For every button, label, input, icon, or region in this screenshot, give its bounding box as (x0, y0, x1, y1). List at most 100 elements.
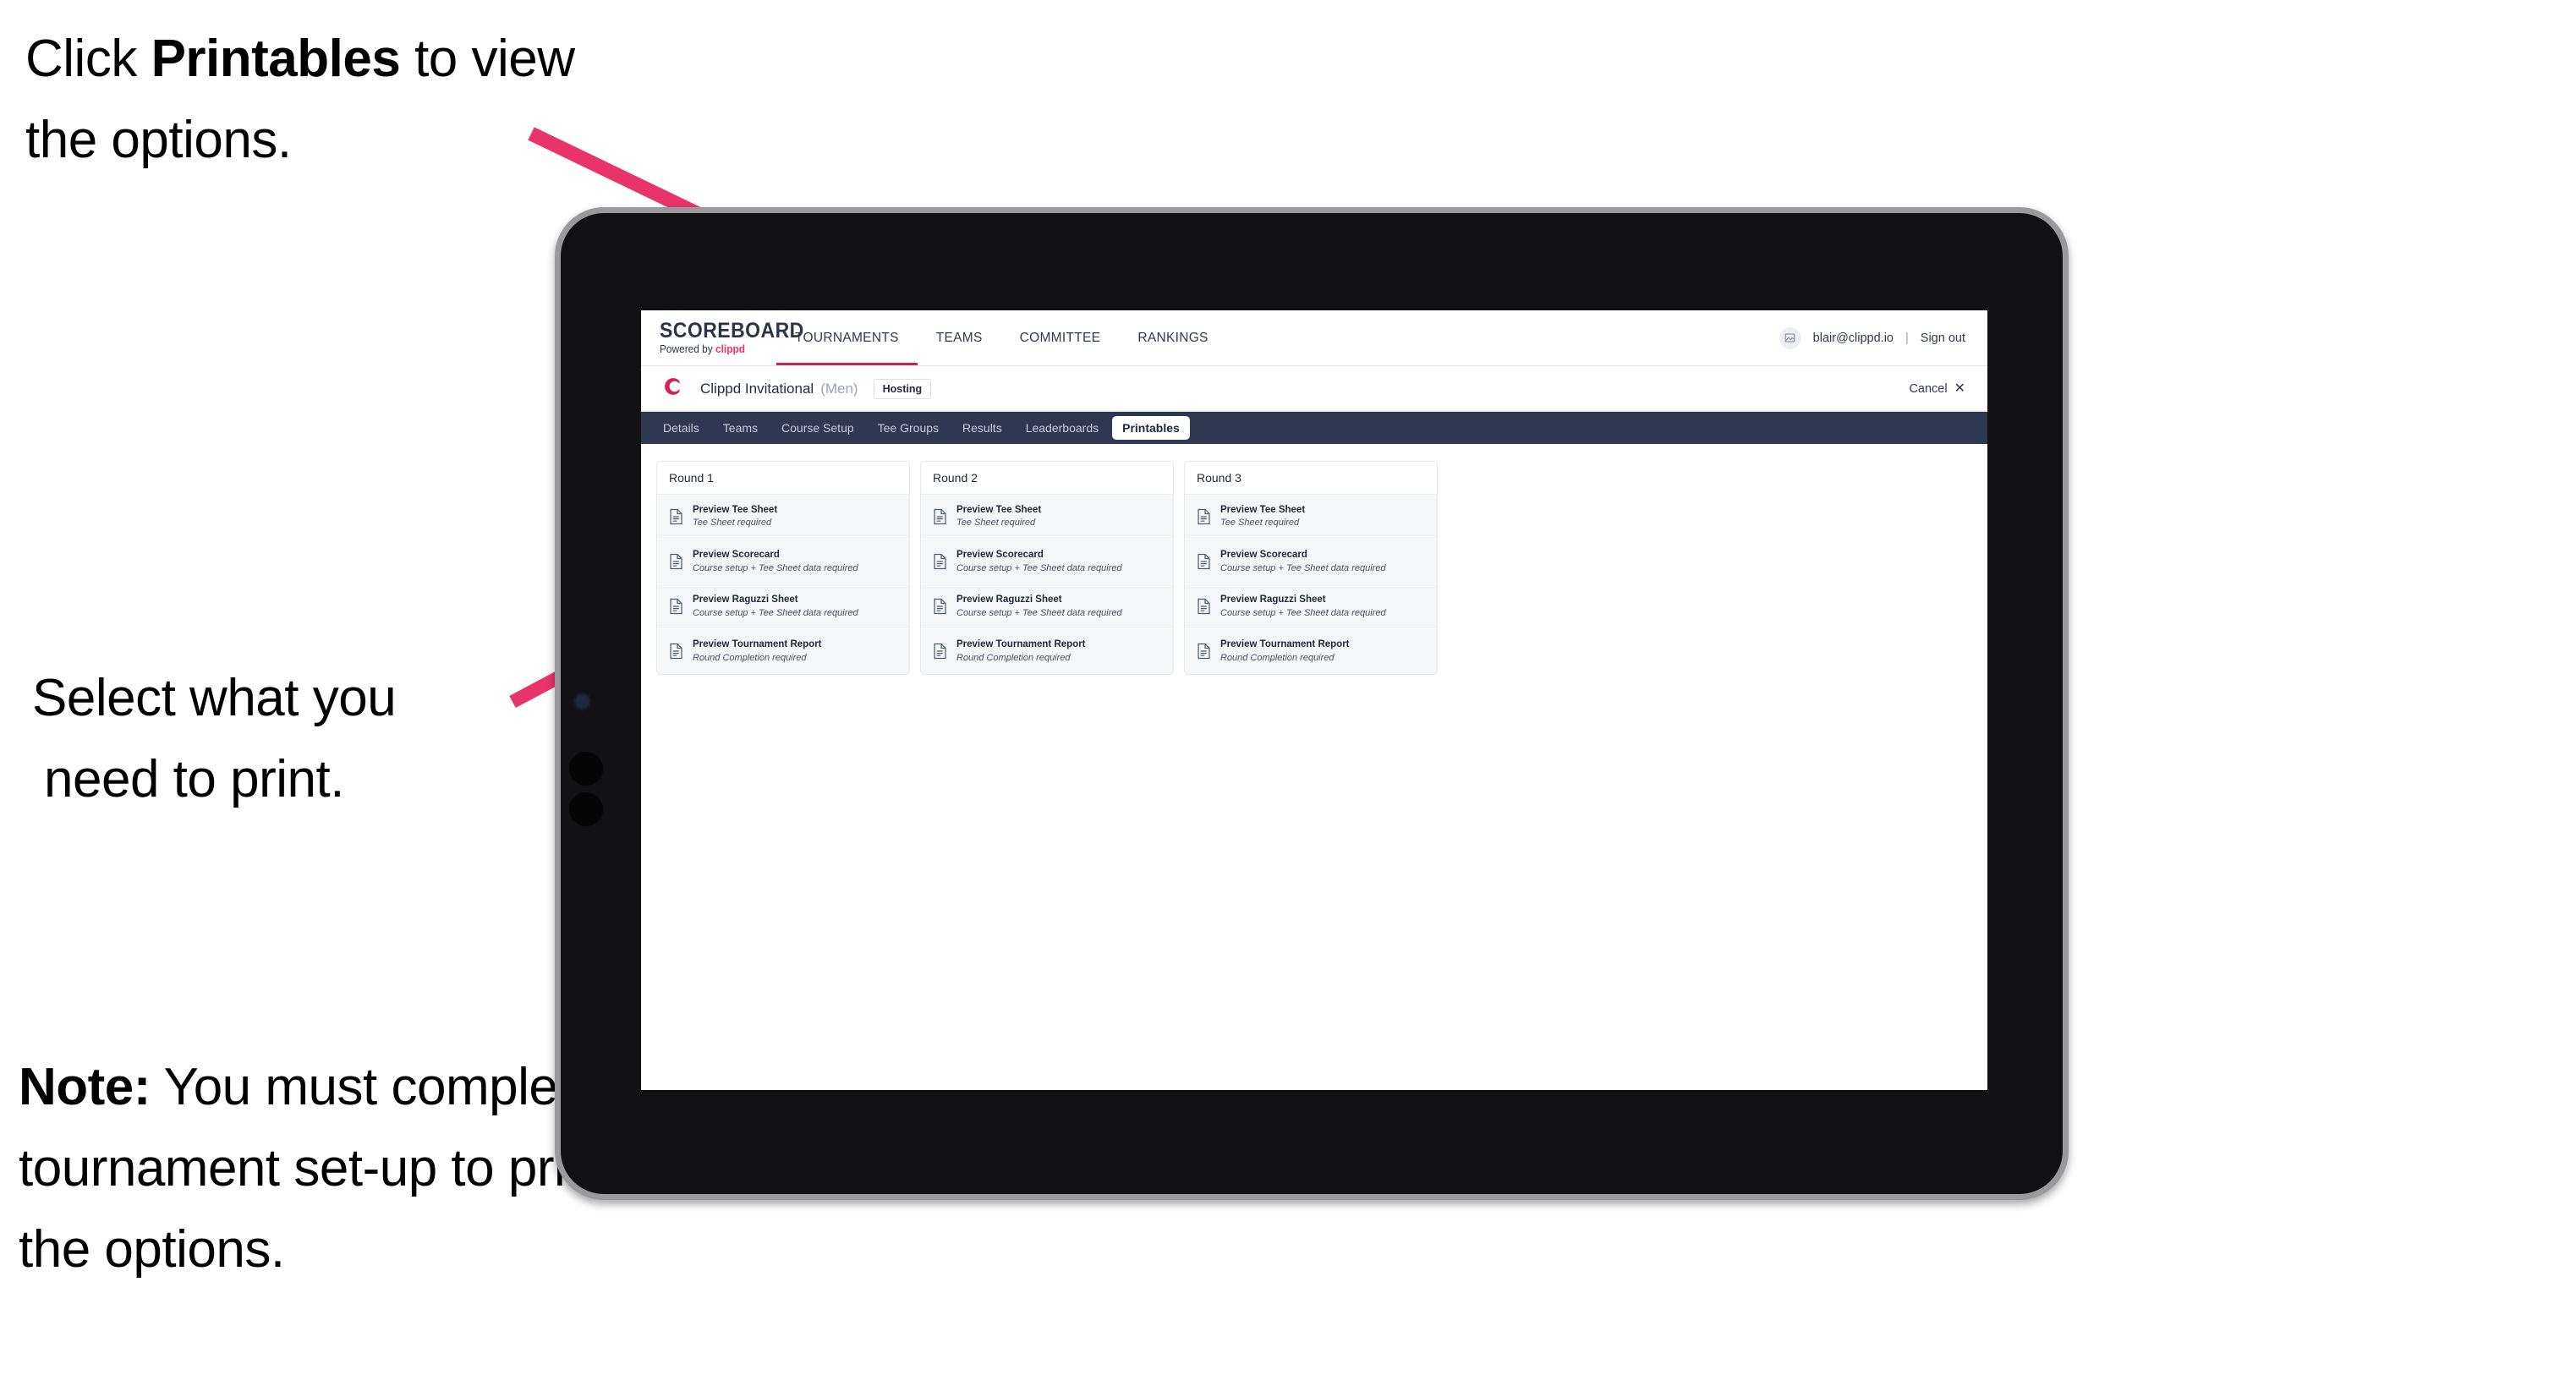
round-header: Round 1 (657, 462, 909, 495)
printables-panel: Round 1 Preview Tee Sheet Tee Sheet requ… (641, 444, 1987, 692)
printable-title: Preview Tee Sheet (693, 505, 778, 515)
tab-course-setup[interactable]: Course Setup (771, 416, 864, 440)
user-avatar-icon[interactable] (1779, 326, 1801, 349)
document-icon (669, 553, 683, 570)
printable-text: Preview Raguzzi Sheet Course setup + Tee… (693, 594, 858, 619)
tab-details[interactable]: Details (653, 416, 710, 440)
clippd-c-logo-icon (660, 374, 685, 404)
printable-row-raguzzi-sheet[interactable]: Preview Raguzzi Sheet Course setup + Tee… (657, 584, 909, 630)
printable-row-raguzzi-sheet[interactable]: Preview Raguzzi Sheet Course setup + Tee… (921, 584, 1173, 630)
device-button-bottom[interactable] (569, 792, 603, 826)
printable-row-tournament-report[interactable]: Preview Tournament Report Round Completi… (1185, 629, 1437, 674)
printable-title: Preview Raguzzi Sheet (693, 594, 798, 605)
printable-text: Preview Raguzzi Sheet Course setup + Tee… (1220, 594, 1386, 619)
cancel-label: Cancel (1909, 381, 1948, 396)
tournament-header-bar: Clippd Invitational (Men) Hosting Cancel… (641, 366, 1987, 412)
round-items-list: Preview Tee Sheet Tee Sheet required Pre… (921, 495, 1173, 674)
user-separator: | (1905, 331, 1909, 345)
annotation-select-line1: Select what you (32, 669, 397, 727)
printable-title: Preview Tee Sheet (956, 505, 1042, 515)
topnav-user-area: blair@clippd.io | Sign out (1779, 310, 1987, 365)
printable-row-scorecard[interactable]: Preview Scorecard Course setup + Tee She… (1185, 540, 1437, 585)
printable-title: Preview Tournament Report (956, 639, 1086, 650)
hosting-badge: Hosting (873, 378, 932, 399)
tab-leaderboards[interactable]: Leaderboards (1016, 416, 1109, 440)
user-email-label: blair@clippd.io (1812, 331, 1894, 345)
document-icon (669, 508, 683, 525)
annotation-note-label: Note: (19, 1058, 151, 1116)
printable-row-scorecard[interactable]: Preview Scorecard Course setup + Tee She… (657, 540, 909, 585)
document-icon (1197, 553, 1211, 570)
topnav-item-committee[interactable]: COMMITTEE (1001, 310, 1120, 365)
tab-printables[interactable]: Printables (1112, 416, 1190, 440)
printable-row-scorecard[interactable]: Preview Scorecard Course setup + Tee She… (921, 540, 1173, 585)
tablet-device: SCOREBOARD Powered by clippd TOURNAMENTS… (555, 207, 2069, 1200)
tab-results[interactable]: Results (952, 416, 1012, 440)
front-camera-icon (576, 695, 589, 708)
printable-text: Preview Tee Sheet Tee Sheet required (956, 504, 1041, 529)
printable-requirement: Course setup + Tee Sheet data required (1220, 607, 1386, 618)
tab-teams[interactable]: Teams (713, 416, 768, 440)
tab-label: Leaderboards (1025, 421, 1099, 435)
logo-tagline-pre: Powered by (660, 343, 716, 356)
scoreboard-logo[interactable]: SCOREBOARD Powered by clippd (641, 310, 804, 365)
printable-title: Preview Tee Sheet (1220, 505, 1306, 515)
printable-requirement: Round Completion required (956, 652, 1071, 663)
printable-text: Preview Tee Sheet Tee Sheet required (693, 504, 777, 529)
document-icon (669, 598, 683, 615)
tournament-gender: (Men) (820, 380, 858, 397)
document-icon (1197, 643, 1211, 660)
printable-requirement: Tee Sheet required (1220, 518, 1300, 529)
round-items-list: Preview Tee Sheet Tee Sheet required Pre… (657, 495, 909, 674)
round-column: Round 2 Preview Tee Sheet Tee Sheet requ… (920, 461, 1174, 675)
round-items-list: Preview Tee Sheet Tee Sheet required Pre… (1185, 495, 1437, 674)
printable-row-raguzzi-sheet[interactable]: Preview Raguzzi Sheet Course setup + Tee… (1185, 584, 1437, 630)
round-column: Round 3 Preview Tee Sheet Tee Sheet requ… (1184, 461, 1438, 675)
printable-text: Preview Scorecard Course setup + Tee She… (956, 549, 1122, 574)
tab-label: Tee Groups (877, 421, 940, 435)
printable-title: Preview Raguzzi Sheet (956, 594, 1062, 605)
topnav-label: TOURNAMENTS (795, 330, 899, 345)
tab-tee-groups[interactable]: Tee Groups (868, 416, 949, 440)
printable-requirement: Tee Sheet required (956, 518, 1036, 529)
sign-out-link[interactable]: Sign out (1921, 331, 1965, 345)
printable-requirement: Course setup + Tee Sheet data required (1220, 562, 1386, 573)
printable-text: Preview Tee Sheet Tee Sheet required (1220, 504, 1305, 529)
topnav-label: COMMITTEE (1019, 330, 1101, 345)
tab-label: Printables (1122, 421, 1180, 435)
tab-label: Teams (722, 421, 759, 435)
page-root: Click Printables to view the options. Se… (0, 0, 2576, 1386)
annotation-text-bold: Printables (151, 30, 401, 88)
logo-tagline: Powered by clippd (660, 344, 770, 355)
printable-row-tee-sheet[interactable]: Preview Tee Sheet Tee Sheet required (657, 495, 909, 540)
printable-row-tournament-report[interactable]: Preview Tournament Report Round Completi… (921, 629, 1173, 674)
tab-label: Results (962, 421, 1002, 435)
printable-row-tournament-report[interactable]: Preview Tournament Report Round Completi… (657, 629, 909, 674)
logo-wordmark: SCOREBOARD (660, 319, 804, 343)
printable-row-tee-sheet[interactable]: Preview Tee Sheet Tee Sheet required (1185, 495, 1437, 540)
printable-title: Preview Scorecard (1220, 550, 1307, 561)
cancel-button[interactable]: Cancel ✕ (1909, 381, 1965, 396)
topnav-label: RANKINGS (1137, 330, 1209, 345)
annotation-click-printables: Click Printables to view the options. (25, 19, 617, 181)
printable-title: Preview Raguzzi Sheet (1220, 594, 1326, 605)
topnav-item-tournaments[interactable]: TOURNAMENTS (776, 310, 918, 365)
printable-requirement: Round Completion required (693, 652, 807, 663)
tablet-screen: SCOREBOARD Powered by clippd TOURNAMENTS… (641, 310, 1987, 1090)
device-button-top[interactable] (569, 752, 603, 786)
logo-tagline-brand: clippd (715, 343, 745, 356)
top-navigation-bar: SCOREBOARD Powered by clippd TOURNAMENTS… (641, 310, 1987, 366)
document-icon (1197, 598, 1211, 615)
tournament-name: Clippd Invitational (700, 380, 814, 397)
document-icon (933, 598, 947, 615)
topnav-item-teams[interactable]: TEAMS (918, 310, 1001, 365)
printable-requirement: Course setup + Tee Sheet data required (693, 562, 858, 573)
printable-text: Preview Scorecard Course setup + Tee She… (1220, 549, 1386, 574)
printable-row-tee-sheet[interactable]: Preview Tee Sheet Tee Sheet required (921, 495, 1173, 540)
printable-title: Preview Scorecard (693, 550, 780, 561)
topnav-item-rankings[interactable]: RANKINGS (1119, 310, 1226, 365)
printable-text: Preview Scorecard Course setup + Tee She… (693, 549, 858, 574)
printable-title: Preview Scorecard (956, 550, 1044, 561)
printable-title: Preview Tournament Report (1220, 639, 1350, 650)
printable-requirement: Round Completion required (1220, 652, 1335, 663)
